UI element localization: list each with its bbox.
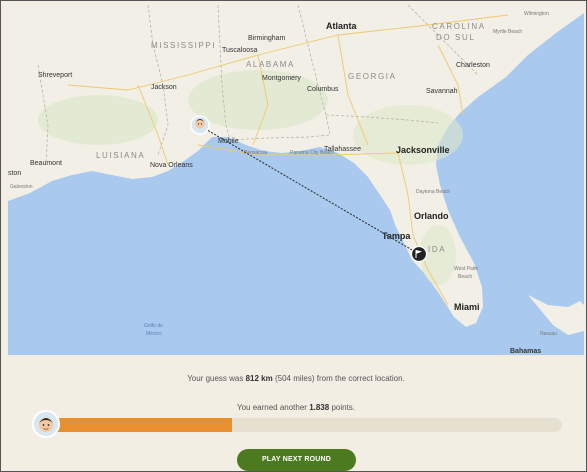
city-savannah: Savannah <box>426 88 458 95</box>
state-label-mississippi: MISSISSIPPI <box>151 41 216 50</box>
game-window: MISSISSIPPI ALABAMA GEORGIA LUISIANA CAR… <box>0 0 587 472</box>
city-nassau: Nassau <box>540 331 557 337</box>
city-pensacola: Pensacola <box>244 150 268 156</box>
city-galveston: Galveston <box>10 184 33 190</box>
city-columbus: Columbus <box>307 86 339 93</box>
city-wilmington: Wilmington <box>524 11 549 17</box>
city-myrtle-beach: Myrtle Beach <box>493 29 522 35</box>
water-label-gulf: Golfo do <box>144 323 163 329</box>
city-mobile: Mobile <box>218 138 239 145</box>
city-atlanta: Atlanta <box>326 21 357 31</box>
guess-prefix-text: Your guess was <box>187 374 246 383</box>
player-avatar-icon <box>32 410 60 438</box>
city-jackson: Jackson <box>151 84 177 91</box>
guess-suffix-text: from the correct location. <box>316 374 405 383</box>
state-label-louisiana: LUISIANA <box>96 151 145 160</box>
water-label-mexico: México <box>146 331 162 337</box>
green-area <box>38 95 158 145</box>
result-map[interactable]: MISSISSIPPI ALABAMA GEORGIA LUISIANA CAR… <box>8 5 584 355</box>
city-west-palm-beach: Beach <box>458 274 472 280</box>
points-value: 1.838 <box>309 403 330 412</box>
state-label-florida: IDA <box>428 245 446 254</box>
state-label-do-sul: DO SUL <box>436 33 475 42</box>
correct-location-flag-icon[interactable] <box>410 245 428 263</box>
earned-prefix-text: You earned another <box>236 403 310 412</box>
city-jacksonville: Jacksonville <box>396 145 450 155</box>
green-area <box>188 70 328 130</box>
state-label-georgia: GEORGIA <box>348 72 397 81</box>
distance-message: Your guess was 812 km (504 miles) from t… <box>8 374 584 383</box>
earned-suffix-text: points. <box>329 403 356 412</box>
state-label-alabama: ALABAMA <box>246 60 295 69</box>
city-new-orleans: Nova Orleans <box>150 162 193 169</box>
score-progress-bar <box>48 418 562 432</box>
city-shreveport: Shreveport <box>38 72 72 79</box>
city-miami: Miami <box>454 302 480 312</box>
city-tallahassee: Tallahassee <box>324 146 361 153</box>
map-canvas[interactable]: MISSISSIPPI ALABAMA GEORGIA LUISIANA CAR… <box>8 5 584 355</box>
city-montgomery: Montgomery <box>262 75 301 82</box>
city-beaumont: Beaumont <box>30 160 62 167</box>
green-area <box>353 105 463 165</box>
city-daytona: Daytona Beach <box>416 189 450 195</box>
state-label-carolina: CAROLINA <box>432 22 486 31</box>
play-next-round-button[interactable]: PLAY NEXT ROUND <box>237 449 356 471</box>
score-progress-fill <box>48 418 232 432</box>
label-bahamas: Bahamas <box>510 348 541 355</box>
distance-km: 812 km <box>245 374 273 383</box>
city-birmingham: Birmingham <box>248 35 286 42</box>
city-west-palm: West Palm <box>454 266 478 272</box>
distance-miles: (504 miles) <box>272 374 317 383</box>
city-tuscaloosa: Tuscaloosa <box>222 47 258 54</box>
guess-marker-icon[interactable] <box>190 115 210 135</box>
city-houston: ston <box>8 170 21 177</box>
city-charleston: Charleston <box>456 62 490 69</box>
city-tampa: Tampa <box>382 231 411 241</box>
points-message: You earned another 1.838 points. <box>8 403 584 412</box>
result-panel: Your guess was 812 km (504 miles) from t… <box>8 355 584 471</box>
city-orlando: Orlando <box>414 211 449 221</box>
